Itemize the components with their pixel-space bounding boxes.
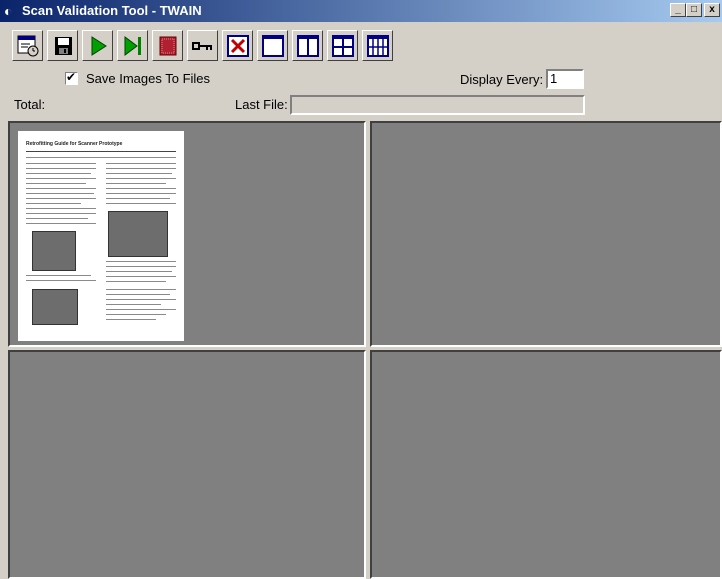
start-scan-icon bbox=[91, 36, 107, 56]
thumbnail-document-title: Retrofitting Guide for Scanner Prototype bbox=[26, 141, 123, 147]
save-button[interactable] bbox=[47, 30, 78, 61]
close-button[interactable]: x bbox=[704, 3, 720, 17]
last-file-field bbox=[290, 95, 585, 115]
two-images-icon bbox=[297, 35, 319, 57]
stop-icon bbox=[159, 36, 177, 56]
display-every-input[interactable]: 1 bbox=[546, 69, 584, 89]
one-image-button[interactable] bbox=[257, 30, 288, 61]
key-button[interactable] bbox=[187, 30, 218, 61]
four-images-button[interactable] bbox=[327, 30, 358, 61]
save-images-checkbox[interactable]: ✔ bbox=[65, 70, 78, 85]
total-label: Total: bbox=[14, 97, 46, 112]
scan-one-icon bbox=[124, 36, 141, 56]
scan-validation-window: ◐ Scan Validation Tool - TWAIN _ □ x ✔ S… bbox=[0, 0, 722, 579]
two-images-button[interactable] bbox=[292, 30, 323, 61]
scan-one-button[interactable] bbox=[117, 30, 148, 61]
window-controls: _ □ x bbox=[670, 3, 720, 17]
maximize-button[interactable]: □ bbox=[686, 3, 702, 17]
eight-images-icon bbox=[367, 35, 389, 57]
save-icon bbox=[55, 37, 72, 55]
thumbnail-photo-right bbox=[108, 211, 168, 257]
one-image-icon bbox=[262, 35, 284, 57]
window-title: Scan Validation Tool - TWAIN bbox=[22, 3, 202, 18]
setup-icon bbox=[17, 35, 39, 57]
save-images-option[interactable]: ✔ Save Images To Files bbox=[65, 71, 210, 86]
eight-images-button[interactable] bbox=[362, 30, 393, 61]
app-icon: ◐ bbox=[4, 3, 13, 19]
display-every-label: Display Every: bbox=[460, 72, 544, 87]
image-pane-bottom-right[interactable] bbox=[370, 350, 722, 579]
start-scan-button[interactable] bbox=[82, 30, 113, 61]
toolbar bbox=[12, 30, 393, 64]
key-icon bbox=[192, 42, 212, 50]
four-images-icon bbox=[332, 35, 354, 57]
minimize-button[interactable]: _ bbox=[670, 3, 686, 17]
scanned-page-thumbnail[interactable]: Retrofitting Guide for Scanner Prototype bbox=[17, 130, 185, 342]
thumbnail-photo-left-bottom bbox=[32, 289, 78, 325]
image-pane-bottom-left[interactable] bbox=[8, 350, 366, 579]
title-bar[interactable]: ◐ Scan Validation Tool - TWAIN _ □ x bbox=[0, 0, 722, 22]
no-image-icon bbox=[227, 35, 249, 57]
setup-button[interactable] bbox=[12, 30, 43, 61]
thumbnail-photo-left-top bbox=[32, 231, 76, 271]
save-images-label: Save Images To Files bbox=[86, 71, 211, 86]
last-file-label: Last File: bbox=[235, 97, 288, 112]
no-image-button[interactable] bbox=[222, 30, 253, 61]
stop-button[interactable] bbox=[152, 30, 183, 61]
image-pane-top-right[interactable] bbox=[370, 121, 722, 347]
image-pane-top-left[interactable]: Retrofitting Guide for Scanner Prototype bbox=[8, 121, 366, 347]
checkmark-icon: ✔ bbox=[66, 70, 77, 84]
